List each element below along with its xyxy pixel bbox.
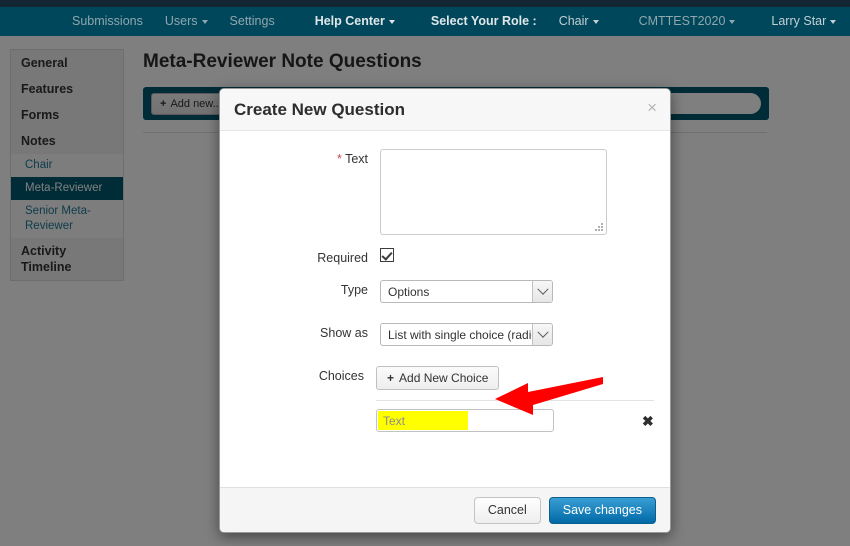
required-field-label: Required — [236, 248, 380, 267]
nav-label: Chair — [558, 14, 589, 28]
chevron-down-icon — [388, 19, 395, 24]
chevron-down-icon[interactable] — [532, 324, 552, 345]
modal-footer: Cancel Save changes — [220, 487, 670, 532]
show-as-field-control: List with single choice (radio button) — [380, 323, 654, 346]
type-field-control: Options — [380, 280, 654, 303]
app-screen: Submissions Users Settings Help Center S… — [0, 0, 850, 546]
close-icon[interactable]: × — [647, 99, 657, 117]
add-new-choice-label: Add New Choice — [399, 371, 489, 385]
nav-item-users[interactable]: Users — [165, 7, 208, 36]
plus-icon: + — [387, 371, 395, 385]
type-select[interactable]: Options — [380, 280, 553, 303]
form-row-choices: Choices + Add New Choice Text ✖ — [236, 366, 654, 432]
top-navbar: Submissions Users Settings Help Center S… — [0, 7, 850, 36]
nav-item-submissions[interactable]: Submissions — [72, 7, 143, 36]
label-text: Choices — [318, 369, 364, 383]
label-text: Type — [340, 283, 368, 297]
choice-text-input[interactable]: Text — [376, 409, 554, 432]
required-checkbox[interactable] — [380, 248, 394, 262]
nav-item-conference[interactable]: CMTTEST2020 — [639, 7, 736, 36]
type-select-value: Options — [388, 284, 430, 299]
top-strip — [0, 0, 850, 7]
choices-field-label: Choices — [236, 366, 376, 432]
type-field-label: Type — [236, 280, 380, 303]
chevron-down-icon — [592, 19, 599, 24]
label-text: Text — [345, 152, 368, 166]
nav-label: Submissions — [72, 14, 143, 28]
cancel-button[interactable]: Cancel — [473, 496, 541, 524]
nav-label: Settings — [229, 14, 275, 28]
form-row-type: Type Options — [236, 280, 654, 303]
nav-label: Users — [164, 14, 198, 28]
save-changes-button[interactable]: Save changes — [548, 496, 656, 524]
choices-field-control: + Add New Choice Text ✖ — [376, 366, 654, 432]
delete-choice-icon[interactable]: ✖ — [642, 414, 654, 428]
select-your-role-label: Select Your Role : — [431, 7, 537, 36]
required-field-control — [380, 248, 654, 267]
create-question-modal: Create New Question × * Text Required Ty… — [219, 88, 671, 533]
modal-header: Create New Question × — [220, 89, 670, 131]
show-as-field-label: Show as — [236, 323, 380, 346]
choice-row: Text ✖ — [376, 409, 654, 432]
nav-label: Select Your Role : — [430, 14, 537, 28]
label-text: Required — [317, 251, 368, 265]
nav-label: CMTTEST2020 — [638, 14, 726, 28]
text-field-control — [380, 149, 654, 235]
form-row-text: * Text — [236, 149, 654, 235]
resize-handle-icon[interactable] — [595, 223, 604, 232]
show-as-select-value: List with single choice (radio button) — [388, 327, 552, 342]
nav-item-help-center[interactable]: Help Center — [315, 7, 395, 36]
chevron-down-icon — [729, 19, 736, 24]
modal-body: * Text Required Type Options Show as Lis… — [220, 131, 670, 488]
nav-item-role-chair[interactable]: Chair — [559, 7, 599, 36]
question-text-textarea[interactable] — [380, 149, 607, 235]
chevron-down-icon — [830, 19, 837, 24]
text-field-label: * Text — [236, 149, 380, 235]
form-row-required: Required — [236, 248, 654, 267]
chevron-down-icon — [201, 19, 208, 24]
nav-label: Larry Star — [771, 14, 827, 28]
modal-title: Create New Question — [234, 99, 405, 119]
add-new-choice-button[interactable]: + Add New Choice — [376, 366, 500, 390]
nav-label: Help Center — [314, 14, 385, 28]
show-as-select[interactable]: List with single choice (radio button) — [380, 323, 553, 346]
label-text: Show as — [320, 326, 368, 340]
form-row-show-as: Show as List with single choice (radio b… — [236, 323, 654, 346]
nav-item-settings[interactable]: Settings — [230, 7, 275, 36]
nav-item-user-menu[interactable]: Larry Star — [771, 7, 837, 36]
choices-divider — [376, 400, 654, 401]
chevron-down-icon[interactable] — [532, 281, 552, 302]
choice-placeholder: Text — [383, 413, 406, 428]
required-marker: * — [336, 152, 342, 166]
